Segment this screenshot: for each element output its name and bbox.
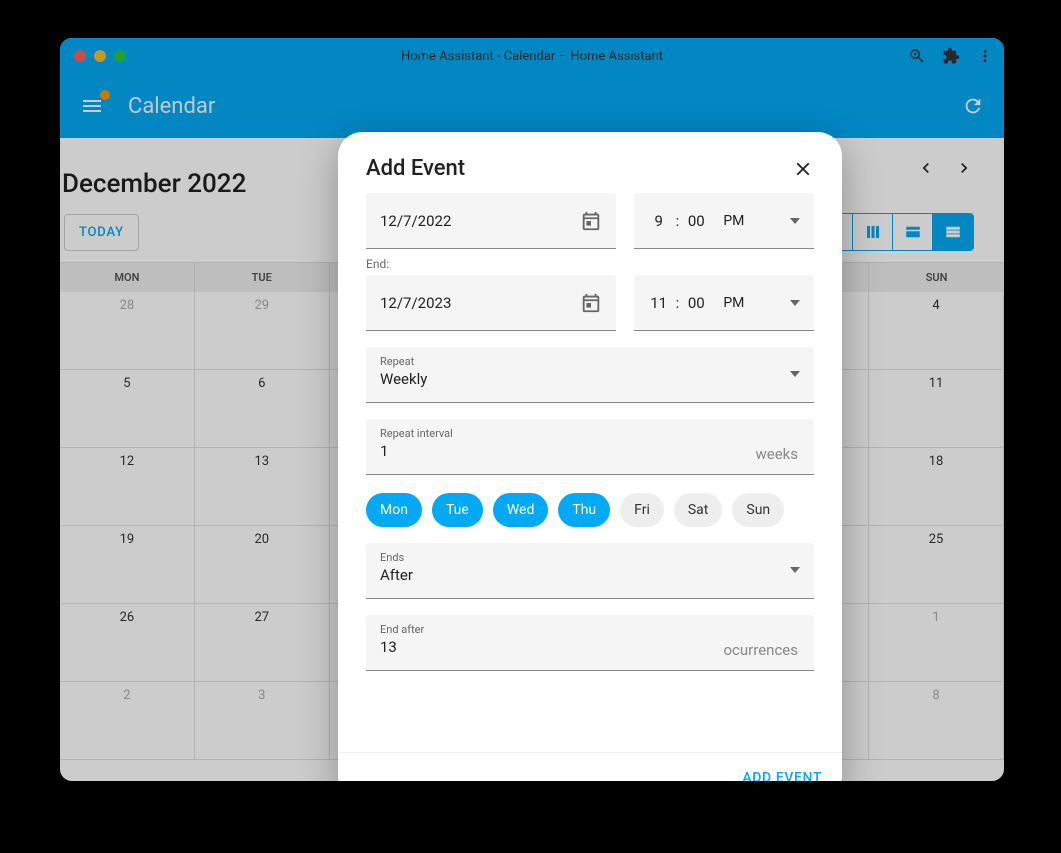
start-time-field[interactable]: 9 : 00 PM <box>634 193 814 249</box>
end-hour: 11 <box>648 294 670 312</box>
start-ampm: PM <box>723 213 744 229</box>
end-after-label: End after <box>380 623 800 636</box>
day-chip-wed[interactable]: Wed <box>493 493 549 527</box>
end-ampm: PM <box>723 295 744 311</box>
day-chip-fri[interactable]: Fri <box>620 493 664 527</box>
add-event-dialog: Add Event 12/7/2022 9 : 00 PM End: <box>338 132 842 781</box>
day-chip-sat[interactable]: Sat <box>674 493 723 527</box>
dialog-header: Add Event <box>338 132 842 193</box>
weekday-chips: Mon Tue Wed Thu Fri Sat Sun <box>366 493 814 527</box>
dropdown-icon <box>790 567 800 573</box>
start-hour: 9 <box>648 212 670 230</box>
end-after-field[interactable]: End after 13 ocurrences <box>366 615 814 671</box>
end-time-field[interactable]: 11 : 00 PM <box>634 275 814 331</box>
interval-value: 1 <box>380 442 800 460</box>
repeat-value: Weekly <box>380 370 800 388</box>
end-row: 12/7/2023 11 : 00 PM <box>366 275 814 331</box>
repeat-interval-field[interactable]: Repeat interval 1 weeks <box>366 419 814 475</box>
dialog-body: 12/7/2022 9 : 00 PM End: 12/7/2023 <box>338 193 842 752</box>
app-window: Home Assistant - Calendar – Home Assista… <box>60 38 1004 781</box>
ends-label: Ends <box>380 551 800 564</box>
start-row: 12/7/2022 9 : 00 PM <box>366 193 814 249</box>
day-chip-tue[interactable]: Tue <box>432 493 483 527</box>
calendar-icon <box>580 210 602 232</box>
close-dialog-button[interactable] <box>792 158 814 180</box>
dialog-footer: ADD EVENT <box>338 752 842 781</box>
interval-label: Repeat interval <box>380 427 800 440</box>
end-minute: 00 <box>685 294 707 312</box>
dialog-title: Add Event <box>366 156 465 181</box>
calendar-icon <box>580 292 602 314</box>
end-after-suffix: ocurrences <box>724 641 799 659</box>
start-date-value: 12/7/2022 <box>380 212 451 230</box>
interval-suffix: weeks <box>755 445 798 463</box>
ends-select[interactable]: Ends After <box>366 543 814 599</box>
repeat-select[interactable]: Repeat Weekly <box>366 347 814 403</box>
end-label: End: <box>366 257 814 271</box>
repeat-label: Repeat <box>380 355 800 368</box>
end-date-value: 12/7/2023 <box>380 294 451 312</box>
day-chip-mon[interactable]: Mon <box>366 493 422 527</box>
ends-value: After <box>380 566 800 584</box>
end-date-field[interactable]: 12/7/2023 <box>366 275 616 331</box>
day-chip-thu[interactable]: Thu <box>558 493 610 527</box>
dropdown-icon <box>790 371 800 377</box>
add-event-button[interactable]: ADD EVENT <box>742 770 822 781</box>
start-minute: 00 <box>685 212 707 230</box>
dropdown-icon <box>790 218 800 224</box>
start-date-field[interactable]: 12/7/2022 <box>366 193 616 249</box>
dropdown-icon <box>790 300 800 306</box>
day-chip-sun[interactable]: Sun <box>732 493 784 527</box>
